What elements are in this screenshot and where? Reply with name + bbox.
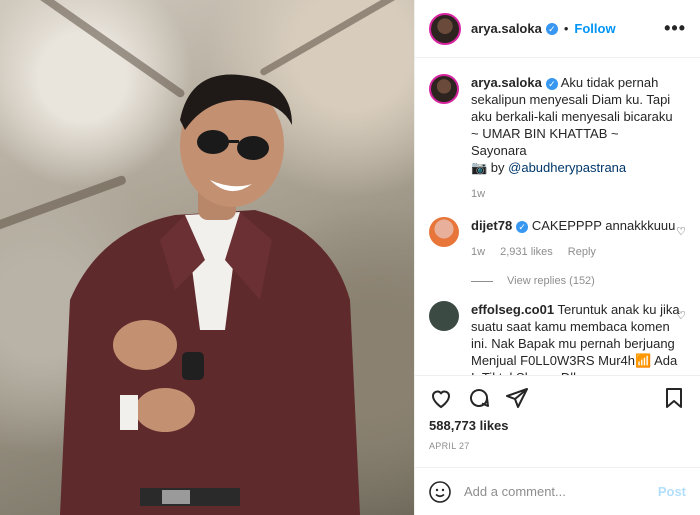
more-options-icon[interactable]: •••: [664, 18, 686, 39]
add-comment-bar: Post: [414, 467, 700, 515]
comment-like-heart-icon[interactable]: ♡: [676, 309, 686, 322]
comment-text: CAKEPPPP annakkkuuu: [531, 218, 676, 233]
view-replies-button[interactable]: View replies (152): [471, 275, 686, 287]
camera-credit: 📷 by: [471, 160, 509, 175]
verified-badge-icon: ✓: [545, 22, 558, 35]
comment-like-heart-icon[interactable]: ♡: [676, 225, 686, 238]
verified-badge-icon: ✓: [545, 77, 558, 90]
commenter-avatar[interactable]: [429, 301, 459, 331]
caption-quote-author: ~ UMAR BIN KHATTAB ~: [471, 126, 619, 141]
share-icon[interactable]: [505, 386, 529, 410]
man-in-suit-illustration: [60, 74, 360, 515]
comment-item: effolseg.co01 Teruntuk anak ku jika suat…: [429, 301, 686, 375]
emoji-icon[interactable]: [428, 480, 452, 504]
caption-username[interactable]: arya.saloka: [471, 75, 542, 90]
header-separator: •: [563, 21, 569, 36]
user-avatar[interactable]: [429, 12, 461, 45]
header-username[interactable]: arya.saloka: [471, 21, 542, 36]
post-header: arya.saloka ✓ • Follow •••: [415, 0, 700, 58]
heart-icon[interactable]: [429, 386, 453, 410]
post-date[interactable]: APRIL 27: [429, 441, 686, 451]
reply-button[interactable]: Reply: [568, 246, 596, 258]
bookmark-icon[interactable]: [662, 386, 686, 410]
caption-signoff: Sayonara: [471, 143, 527, 158]
verified-badge-icon: ✓: [516, 220, 529, 233]
comment-username[interactable]: dijet78: [471, 218, 512, 233]
post-comment-button[interactable]: Post: [658, 484, 686, 499]
comments-section[interactable]: arya.saloka ✓ Aku tidak pernah sekalipun …: [415, 58, 700, 375]
likes-count[interactable]: 588,773 likes: [429, 418, 686, 433]
comment-item: dijet78 ✓ CAKEPPPP annakkkuuu 1w 2,931 li…: [429, 217, 686, 261]
view-replies-label: View replies (152): [507, 275, 595, 287]
divider-line: [471, 280, 493, 282]
comment-input[interactable]: [464, 484, 658, 499]
post-sidebar: arya.saloka ✓ • Follow ••• arya.saloka ✓ …: [414, 0, 700, 515]
comment-icon[interactable]: [467, 386, 491, 410]
photographer-handle[interactable]: @abudherypastrana: [508, 160, 626, 175]
follow-button[interactable]: Follow: [574, 21, 615, 36]
caption: arya.saloka ✓ Aku tidak pernah sekalipun …: [429, 74, 686, 203]
comment-time[interactable]: 1w: [471, 246, 485, 258]
action-icons: [429, 384, 686, 412]
post-photo[interactable]: [0, 0, 414, 515]
comment-likes[interactable]: 2,931 likes: [500, 246, 553, 258]
instagram-post: arya.saloka ✓ • Follow ••• arya.saloka ✓ …: [0, 0, 700, 515]
commenter-avatar[interactable]: [429, 217, 459, 247]
caption-avatar[interactable]: [429, 74, 459, 104]
comment-username[interactable]: effolseg.co01: [471, 302, 554, 317]
caption-time[interactable]: 1w: [471, 188, 485, 200]
